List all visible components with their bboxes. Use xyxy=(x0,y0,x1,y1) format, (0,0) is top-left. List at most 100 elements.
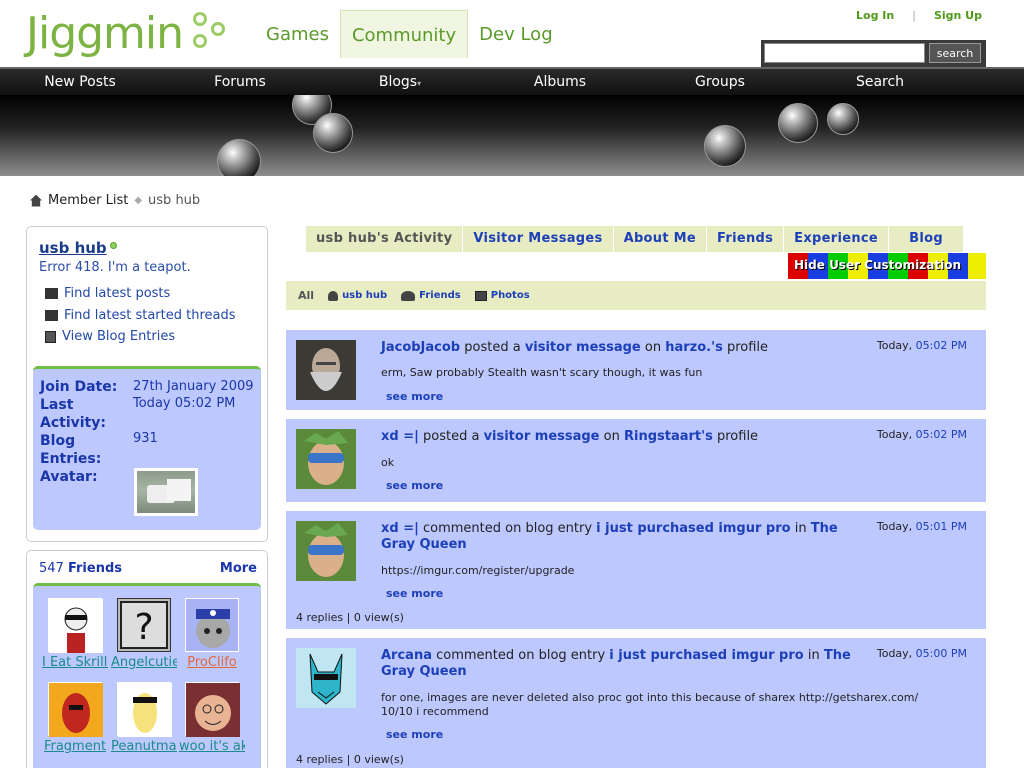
friend-name[interactable]: woo it's akiuo xyxy=(179,740,245,756)
see-more-link[interactable]: see more xyxy=(386,479,443,492)
friend-name[interactable]: Fragment xyxy=(42,740,108,756)
profile-username[interactable]: usb hub xyxy=(39,239,107,257)
navbar-new-posts[interactable]: New Posts xyxy=(0,69,160,95)
blog-entries-label-1: Blog xyxy=(40,433,76,449)
tab-activity[interactable]: usb hub's Activity xyxy=(306,226,464,252)
posts-icon xyxy=(45,288,58,300)
activity-username[interactable]: xd =| xyxy=(381,521,419,536)
activity-action-text: posted a xyxy=(460,340,525,355)
activity-target2[interactable]: harzo.'s xyxy=(665,340,723,355)
activity-body: ok xyxy=(381,456,395,469)
friend-name[interactable]: ProClifo xyxy=(179,656,245,672)
chevron-down-icon: ▾ xyxy=(417,79,422,88)
breadcrumb-member-list[interactable]: Member List xyxy=(48,193,128,208)
activity-body: for one, images are never deleted also p… xyxy=(381,691,919,718)
friend-name[interactable]: Angelcutie xyxy=(111,656,177,672)
navbar-groups[interactable]: Groups xyxy=(640,69,800,95)
activity-time: Today, 05:00 PM xyxy=(877,647,967,660)
activity-replies[interactable]: 4 replies | 0 view(s) xyxy=(296,611,404,624)
auth-separator: | xyxy=(912,9,916,22)
filter-user[interactable]: usb hub xyxy=(328,290,387,301)
blog-entries-label-2: Entries: xyxy=(40,451,102,467)
activity-time: Today, 05:01 PM xyxy=(877,520,967,533)
user-avatar[interactable] xyxy=(296,340,356,400)
filter-photos[interactable]: Photos xyxy=(474,290,530,301)
friends-grid: I Eat Skrillex ? Angelcutie ProClifo Fra… xyxy=(33,583,261,768)
activity-username[interactable]: Arcana xyxy=(381,648,432,663)
see-more-link[interactable]: see more xyxy=(386,390,443,403)
photo-icon xyxy=(474,290,487,301)
activity-tail-text: profile xyxy=(712,429,759,444)
tab-experience[interactable]: Experience xyxy=(784,226,890,252)
tab-friends[interactable]: Friends xyxy=(707,226,785,252)
tab-blog[interactable]: Blog xyxy=(889,226,965,252)
activity-target[interactable]: visitor message xyxy=(484,429,600,444)
friend-item[interactable]: Fragment xyxy=(40,682,110,756)
see-more-link[interactable]: see more xyxy=(386,728,443,741)
last-activity-label-2: Activity: xyxy=(40,415,106,431)
find-latest-threads-link[interactable]: Find latest started threads xyxy=(45,305,236,327)
filter-user-label: usb hub xyxy=(342,290,388,301)
search-input[interactable] xyxy=(764,43,925,63)
friend-item[interactable]: ProClifo xyxy=(177,598,247,672)
bubble-decoration xyxy=(704,125,746,167)
profile-tabs: usb hub's Activity Visitor Messages Abou… xyxy=(306,226,965,252)
home-icon[interactable] xyxy=(30,194,42,207)
activity-conjunction-text: on xyxy=(599,429,624,444)
activity-replies[interactable]: 4 replies | 0 view(s) xyxy=(296,753,404,766)
login-link[interactable]: Log In xyxy=(856,9,894,22)
activity-username[interactable]: xd =| xyxy=(381,429,419,444)
signup-link[interactable]: Sign Up xyxy=(934,9,982,22)
filter-friends[interactable]: Friends xyxy=(401,290,461,301)
activity-target[interactable]: i just purchased imgur pro xyxy=(609,648,803,663)
friend-item[interactable]: ? Angelcutie xyxy=(109,598,179,672)
navbar-blogs[interactable]: Blogs▾ xyxy=(320,69,480,95)
activity-target[interactable]: i just purchased imgur pro xyxy=(596,521,790,536)
activity-header: xd =| posted a visitor message on Ringst… xyxy=(381,429,861,445)
view-blog-entries-link[interactable]: View Blog Entries xyxy=(45,326,236,348)
site-logo[interactable]: Jiggmin xyxy=(26,6,236,66)
friends-more-link[interactable]: More xyxy=(220,561,257,576)
filter-all[interactable]: All xyxy=(298,289,314,302)
join-date-label: Join Date: xyxy=(40,379,118,395)
friend-avatar xyxy=(185,598,239,652)
activity-time: Today, 05:02 PM xyxy=(877,339,967,352)
activity-username[interactable]: JacobJacob xyxy=(381,340,460,355)
navbar-forums[interactable]: Forums xyxy=(160,69,320,95)
tab-about-me[interactable]: About Me xyxy=(613,226,708,252)
auth-links: Log In | Sign Up xyxy=(856,9,982,22)
top-nav: Games Community Dev Log xyxy=(255,10,564,58)
bubble-decoration xyxy=(217,139,261,176)
find-latest-posts-link[interactable]: Find latest posts xyxy=(45,283,236,305)
friend-name[interactable]: Peanutman xyxy=(111,740,177,756)
activity-target[interactable]: visitor message xyxy=(525,340,641,355)
hide-customization-button[interactable]: Hide User Customization xyxy=(788,253,986,279)
nav-community[interactable]: Community xyxy=(339,10,469,58)
tab-visitor-messages[interactable]: Visitor Messages xyxy=(463,226,614,252)
see-more-link[interactable]: see more xyxy=(386,587,443,600)
search-button[interactable]: search xyxy=(929,43,981,63)
profile-sidebar: usb hub Error 418. I'm a teapot. Find la… xyxy=(26,226,268,542)
user-avatar[interactable] xyxy=(296,648,356,708)
user-avatar[interactable] xyxy=(296,429,356,489)
friend-item[interactable]: I Eat Skrillex xyxy=(40,598,110,672)
filter-photos-label: Photos xyxy=(490,290,530,301)
profile-links: Find latest posts Find latest started th… xyxy=(45,283,236,348)
navbar-albums[interactable]: Albums xyxy=(480,69,640,95)
friend-name[interactable]: I Eat Skrillex xyxy=(42,656,108,672)
join-date-value: 27th January 2009 xyxy=(133,379,254,394)
friends-count: 547 xyxy=(39,561,64,576)
bubble-decoration xyxy=(827,103,859,135)
blog-entries-value: 931 xyxy=(133,431,158,446)
friends-header: 547 Friends xyxy=(39,561,122,576)
friend-item[interactable]: Peanutman xyxy=(109,682,179,756)
nav-games[interactable]: Games xyxy=(255,10,340,58)
friend-avatar xyxy=(185,682,240,737)
navbar-search[interactable]: Search xyxy=(800,69,960,95)
blog-icon xyxy=(45,330,56,343)
nav-dev-log[interactable]: Dev Log xyxy=(468,10,563,58)
activity-clock: 05:02 PM xyxy=(915,428,967,441)
activity-target2[interactable]: Ringstaart's xyxy=(624,429,713,444)
friend-item[interactable]: woo it's akiuo xyxy=(177,682,247,756)
user-avatar[interactable] xyxy=(296,521,356,581)
